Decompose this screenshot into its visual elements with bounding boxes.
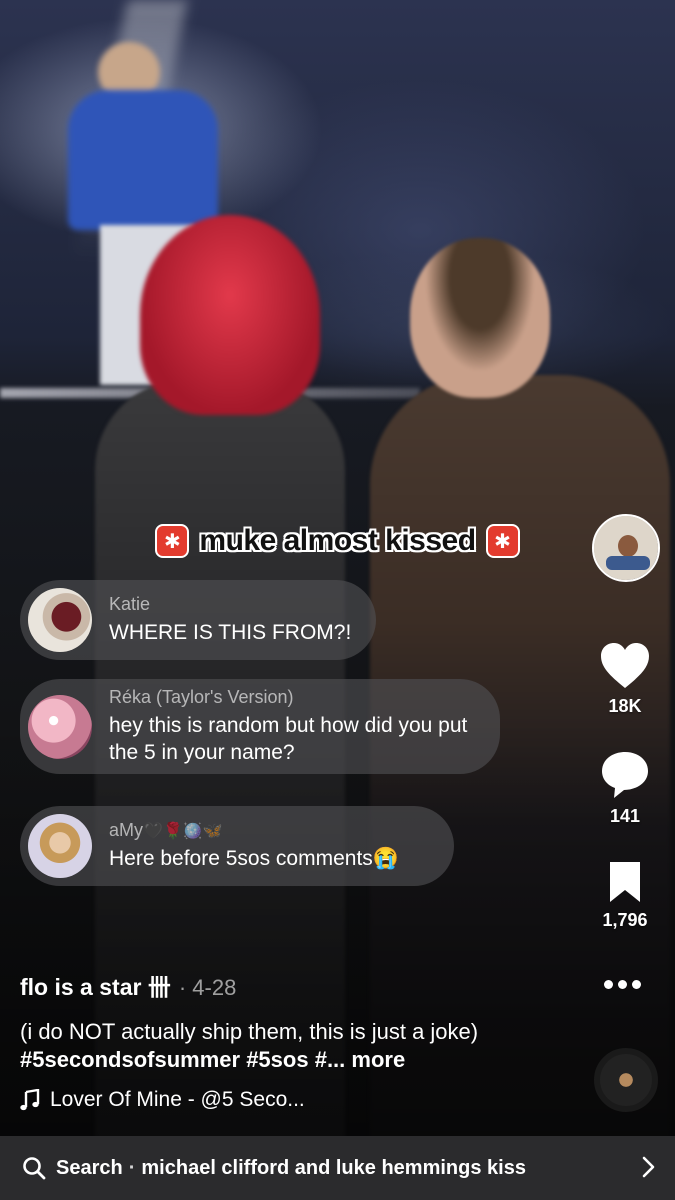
- like-count: 18K: [608, 696, 642, 716]
- video-caption: ✱ muke almost kissed ✱: [0, 524, 675, 558]
- search-icon: [23, 1157, 46, 1180]
- post-meta: flo is a star 卌 · 4-28: [20, 968, 236, 1002]
- siren-icon: ✱: [155, 524, 190, 558]
- comment-bubble[interactable]: aMy🖤🌹🪩🦋 Here before 5sos comments😭: [20, 806, 454, 886]
- search-label: Search: [56, 1156, 123, 1179]
- comment-button[interactable]: 141: [592, 750, 658, 827]
- music-title: Lover Of Mine - @5 Seco...: [50, 1088, 305, 1111]
- more-link[interactable]: ... more: [327, 1047, 405, 1072]
- comment-author: Katie: [109, 594, 151, 614]
- music-track[interactable]: Lover Of Mine - @5 Seco...: [20, 1088, 305, 1112]
- comment-text: WHERE IS THIS FROM?!: [109, 621, 352, 644]
- post-description[interactable]: (i do NOT actually ship them, this is ju…: [20, 1018, 550, 1074]
- caption-text: muke almost kissed: [199, 524, 476, 557]
- comment-bubble[interactable]: Katie WHERE IS THIS FROM?!: [20, 580, 376, 660]
- comment-author: aMy🖤🌹🪩🦋: [109, 820, 223, 840]
- disco-ball-avatar: [28, 694, 92, 759]
- hashtags[interactable]: #5secondsofsummer #5sos #: [20, 1047, 327, 1072]
- siren-icon: ✱: [485, 524, 520, 558]
- avatar: [28, 588, 92, 652]
- creator-avatar[interactable]: [592, 514, 660, 582]
- comment-author: Réka (Taylor's Version): [109, 687, 294, 707]
- comment-icon: [602, 752, 648, 798]
- heart-icon: [601, 643, 649, 688]
- comment-text: Here before 5sos comments😭: [109, 847, 399, 870]
- save-button[interactable]: 1,796: [592, 860, 658, 931]
- author-name[interactable]: flo is a star 卌: [20, 968, 171, 1002]
- name-emojis: 🖤🌹🪩🦋: [143, 823, 223, 840]
- post-date: · 4-28: [178, 975, 237, 1000]
- music-disc-icon[interactable]: [594, 1048, 658, 1112]
- chevron-right-icon: [642, 1156, 655, 1178]
- comment-text: hey this is random but how did you put t…: [109, 714, 468, 764]
- music-note-icon: [20, 1089, 40, 1111]
- save-count: 1,796: [602, 910, 648, 930]
- search-query: michael clifford and luke hemmings kiss: [141, 1156, 526, 1179]
- avatar: [28, 814, 92, 878]
- comment-count: 141: [609, 806, 641, 826]
- search-separator: ·: [128, 1156, 136, 1179]
- comment-bubble[interactable]: Réka (Taylor's Version) hey this is rand…: [20, 679, 500, 774]
- author-glyph: 卌: [147, 974, 171, 1000]
- related-search-bar[interactable]: Search · michael clifford and luke hemmi…: [0, 1136, 675, 1200]
- like-button[interactable]: 18K: [592, 642, 658, 717]
- bookmark-icon: [610, 862, 640, 902]
- more-options-icon[interactable]: [604, 980, 641, 989]
